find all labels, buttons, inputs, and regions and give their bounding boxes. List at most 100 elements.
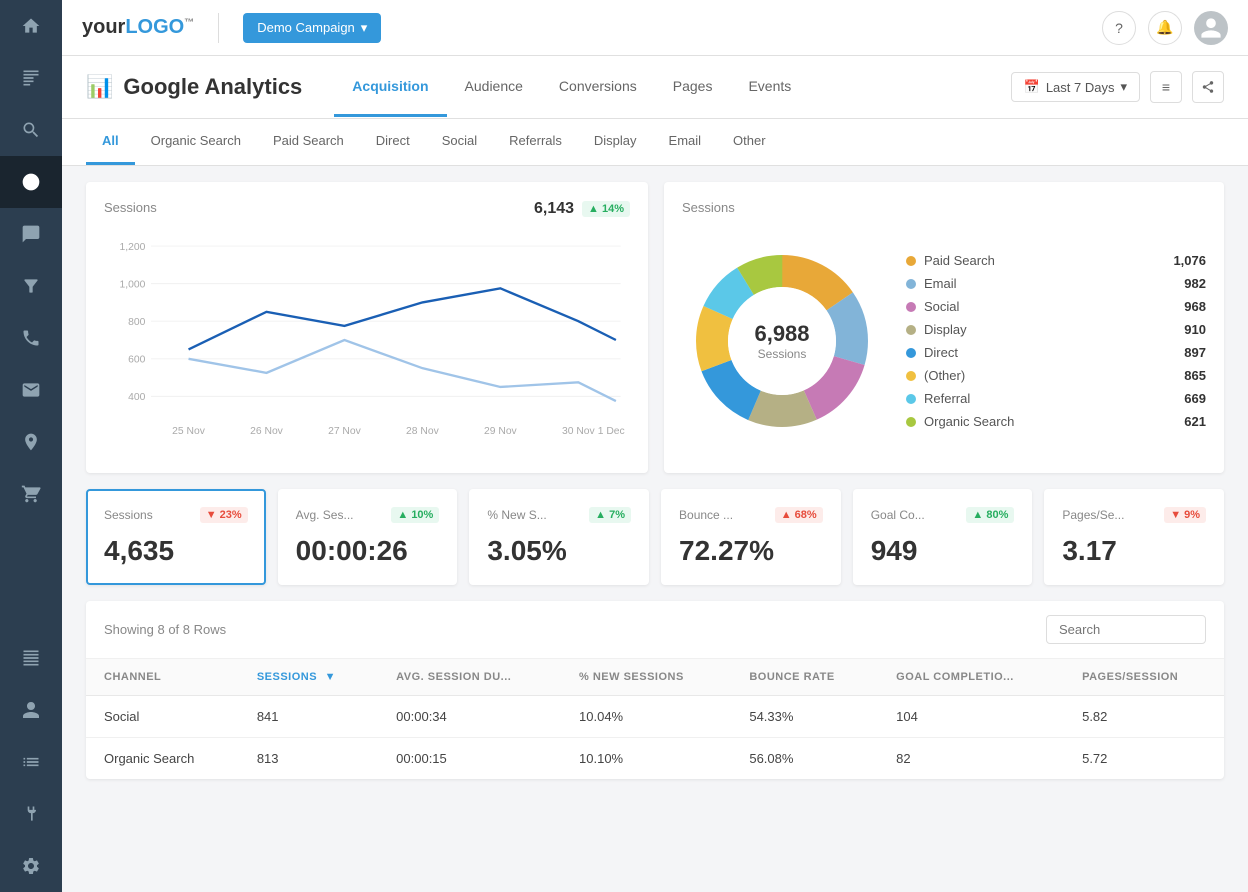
campaign-button[interactable]: Demo Campaign ▾ [243, 13, 381, 43]
logo: yourLOGO™ [82, 16, 194, 39]
cell-pages-session: 5.72 [1064, 738, 1224, 780]
filter-all[interactable]: All [86, 119, 135, 165]
share-button[interactable] [1192, 71, 1224, 103]
phone-icon [21, 328, 41, 348]
legend-other: (Other) 865 [906, 368, 1206, 383]
svg-text:30 Nov: 30 Nov [562, 426, 596, 437]
nav-analytics[interactable] [0, 156, 62, 208]
metric-bounce-rate[interactable]: Bounce ... ▲ 68% 72.27% [661, 489, 841, 585]
nav-chat[interactable] [0, 208, 62, 260]
legend-display: Display 910 [906, 322, 1206, 337]
data-table: CHANNEL SESSIONS ▼ AVG. SESSION DU... % … [86, 659, 1224, 779]
cell-new-sessions: 10.04% [561, 696, 731, 738]
plug-icon [21, 804, 41, 824]
pages-session-badge: ▼ 9% [1164, 507, 1206, 523]
nav-email[interactable] [0, 364, 62, 416]
logo-divider [218, 13, 219, 43]
legend-dot-other [906, 371, 916, 381]
search-icon [21, 120, 41, 140]
legend-dot-display [906, 325, 916, 335]
svg-text:25 Nov: 25 Nov [172, 426, 206, 437]
tab-conversions[interactable]: Conversions [541, 58, 655, 117]
page-header: 📊 Google Analytics Acquisition Audience … [62, 56, 1248, 119]
filter-direct[interactable]: Direct [360, 119, 426, 165]
donut-legend: Paid Search 1,076 Email 982 Social [906, 253, 1206, 429]
date-range-button[interactable]: 📅 Last 7 Days ▾ [1011, 72, 1140, 102]
donut-center-label: Sessions [754, 347, 809, 361]
filter-organic-search[interactable]: Organic Search [135, 119, 257, 165]
filter-referrals[interactable]: Referrals [493, 119, 578, 165]
nav-cart[interactable] [0, 468, 62, 520]
analytics-icon [21, 172, 41, 192]
filter-paid-search[interactable]: Paid Search [257, 119, 360, 165]
metric-avg-session[interactable]: Avg. Ses... ▲ 10% 00:00:26 [278, 489, 458, 585]
email-icon [21, 380, 41, 400]
metric-pages-session[interactable]: Pages/Se... ▼ 9% 3.17 [1044, 489, 1224, 585]
svg-text:400: 400 [128, 392, 145, 403]
filter-email[interactable]: Email [653, 119, 718, 165]
cell-channel: Social [86, 696, 239, 738]
nav-tables[interactable] [0, 632, 62, 684]
top-bar-right: ? 🔔 [1102, 11, 1228, 45]
tab-acquisition[interactable]: Acquisition [334, 58, 446, 117]
nav-settings[interactable] [0, 840, 62, 892]
filter-social[interactable]: Social [426, 119, 493, 165]
dashboard-content: Sessions 6,143 ▲ 14% [62, 166, 1248, 795]
nav-home[interactable] [0, 0, 62, 52]
svg-text:1,200: 1,200 [119, 242, 145, 253]
cell-goal-completions: 104 [878, 696, 1064, 738]
pages-session-value: 3.17 [1062, 535, 1206, 567]
svg-text:26 Nov: 26 Nov [250, 426, 284, 437]
tab-pages[interactable]: Pages [655, 58, 731, 117]
avatar[interactable] [1194, 11, 1228, 45]
filter-bar: All Organic Search Paid Search Direct So… [62, 119, 1248, 166]
cell-new-sessions: 10.10% [561, 738, 731, 780]
nav-funnel[interactable] [0, 260, 62, 312]
bounce-rate-badge: ▲ 68% [775, 507, 823, 523]
line-chart-title: Sessions [104, 200, 157, 215]
avg-session-badge: ▲ 10% [391, 507, 439, 523]
new-sessions-value: 3.05% [487, 535, 631, 567]
cell-goal-completions: 82 [878, 738, 1064, 780]
sessions-line-chart: Sessions 6,143 ▲ 14% [86, 182, 648, 473]
chart-view-button[interactable]: ≡ [1150, 71, 1182, 103]
settings-icon [21, 856, 41, 876]
nav-phone[interactable] [0, 312, 62, 364]
legend-social: Social 968 [906, 299, 1206, 314]
filter-other[interactable]: Other [717, 119, 782, 165]
cell-avg-session: 00:00:15 [378, 738, 561, 780]
legend-organic-search: Organic Search 621 [906, 414, 1206, 429]
col-goal-completions: GOAL COMPLETIO... [878, 659, 1064, 696]
donut-center: 6,988 Sessions [754, 321, 809, 361]
nav-list[interactable] [0, 736, 62, 788]
dropdown-arrow-icon: ▾ [361, 20, 368, 36]
cell-avg-session: 00:00:34 [378, 696, 561, 738]
filter-display[interactable]: Display [578, 119, 653, 165]
nav-location[interactable] [0, 416, 62, 468]
help-button[interactable]: ? [1102, 11, 1136, 45]
col-bounce-rate: BOUNCE RATE [731, 659, 878, 696]
nav-user[interactable] [0, 684, 62, 736]
sessions-donut-chart: Sessions [664, 182, 1224, 473]
nav-plug[interactable] [0, 788, 62, 840]
metric-sessions[interactable]: Sessions ▼ 23% 4,635 [86, 489, 266, 585]
legend-dot-organic-search [906, 417, 916, 427]
col-sessions[interactable]: SESSIONS ▼ [239, 659, 378, 696]
table-row: Social 841 00:00:34 10.04% 54.33% 104 5.… [86, 696, 1224, 738]
metric-new-sessions[interactable]: % New S... ▲ 7% 3.05% [469, 489, 649, 585]
col-new-sessions: % NEW SESSIONS [561, 659, 731, 696]
svg-text:600: 600 [128, 355, 145, 366]
nav-search[interactable] [0, 104, 62, 156]
nav-reports[interactable] [0, 52, 62, 104]
table-search-input[interactable] [1046, 615, 1206, 644]
sessions-value: 4,635 [104, 535, 248, 567]
goal-completions-value: 949 [871, 535, 1015, 567]
sessions-badge: ▼ 23% [200, 507, 248, 523]
svg-text:27 Nov: 27 Nov [328, 426, 362, 437]
left-nav [0, 0, 62, 892]
metric-goal-completions[interactable]: Goal Co... ▲ 80% 949 [853, 489, 1033, 585]
notifications-button[interactable]: 🔔 [1148, 11, 1182, 45]
tab-events[interactable]: Events [730, 58, 809, 117]
svg-text:28 Nov: 28 Nov [406, 426, 440, 437]
tab-audience[interactable]: Audience [447, 58, 541, 117]
